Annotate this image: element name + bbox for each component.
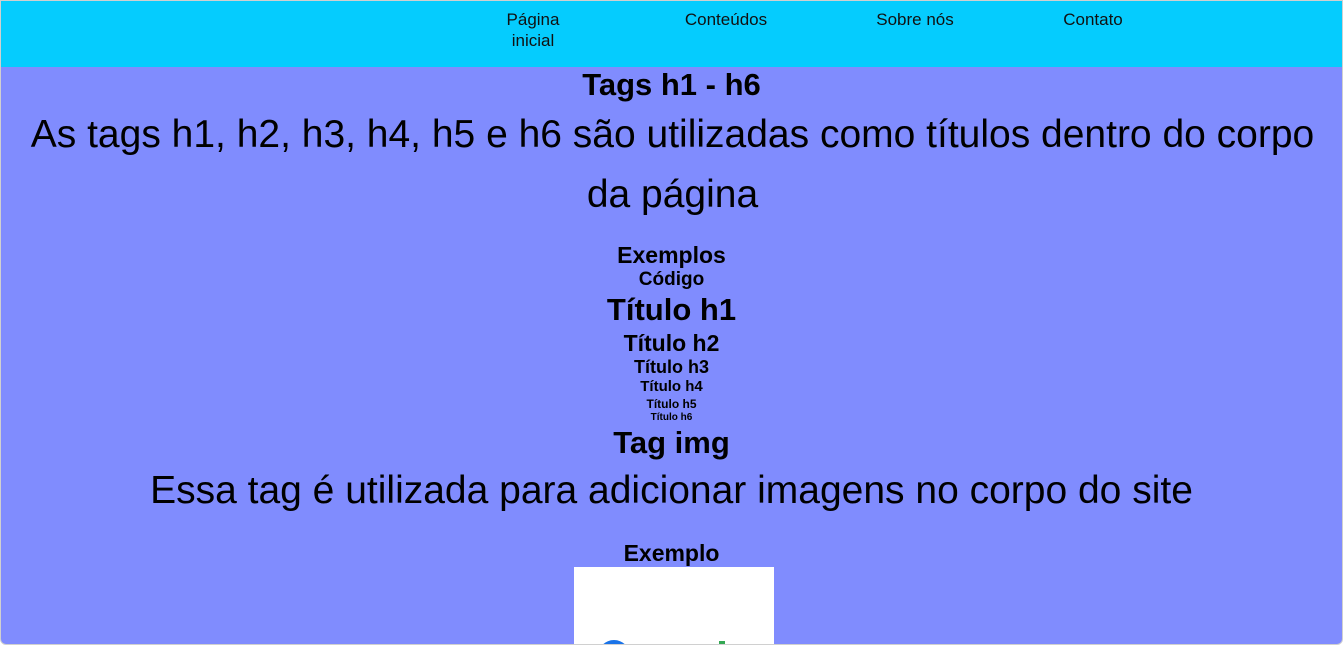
example-title-h4: Título h4 [640,378,703,395]
section-description-tags: As tags h1, h2, h3, h4, h5 e h6 são util… [30,113,1315,216]
nav-link-contact[interactable]: Contato [1053,9,1133,30]
example-title-h5: Título h5 [646,397,697,411]
example-title-h2: Título h2 [623,330,720,356]
image-logo-mark [719,641,725,644]
section-title-tags-h1-h6: Tags h1 - h6 [582,67,761,102]
nav-link-contents[interactable]: Conteúdos [673,9,779,30]
browser-viewport: Página inicial Conteúdos Sobre nós Conta… [0,0,1343,645]
nav-link-home[interactable]: Página inicial [493,9,573,51]
section-title-tag-img: Tag img [613,425,730,460]
example-title-h6: Título h6 [650,412,693,423]
top-navigation-bar: Página inicial Conteúdos Sobre nós Conta… [1,1,1342,67]
example-image [574,567,774,644]
image-logo-shape [598,640,630,644]
code-heading: Código [638,269,705,290]
example-title-h3: Título h3 [634,357,709,377]
section-description-img: Essa tag é utilizada para adicionar imag… [150,469,1193,512]
example-heading: Exemplo [623,540,720,566]
nav-link-about-us[interactable]: Sobre nós [875,9,955,30]
example-title-h1: Título h1 [606,292,737,327]
examples-heading: Exemplos [617,242,726,268]
